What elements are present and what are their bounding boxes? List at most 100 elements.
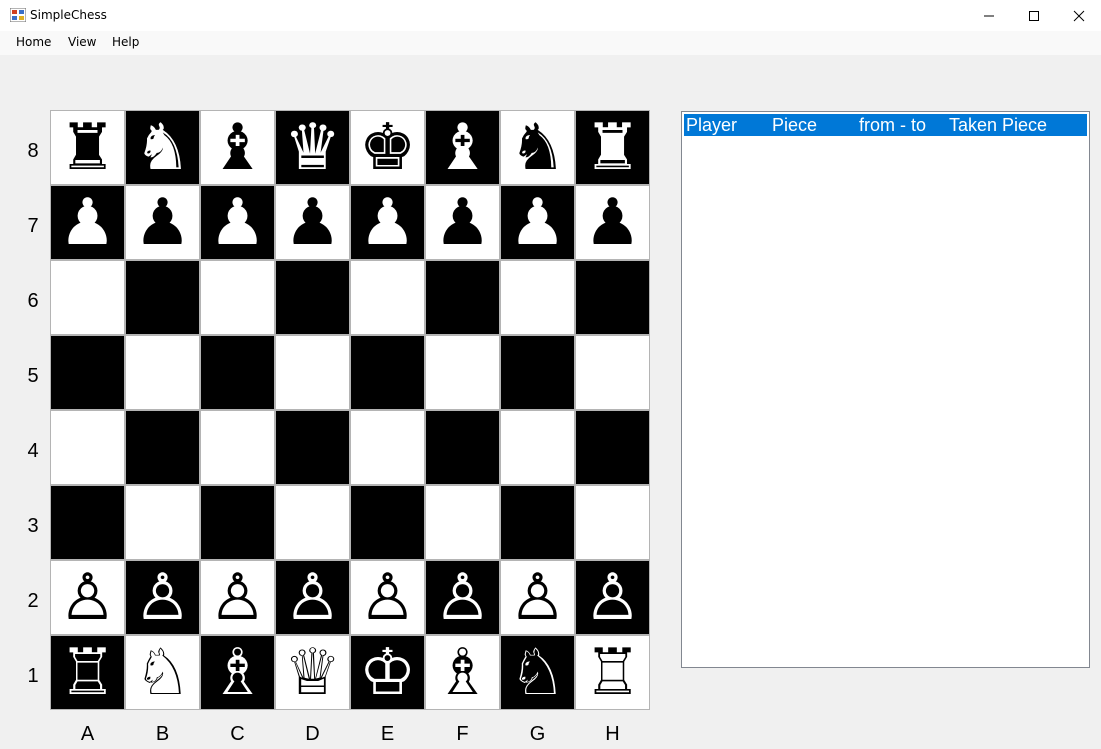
square-f4[interactable] (425, 410, 500, 485)
square-h8[interactable]: ♜ (575, 110, 650, 185)
square-g3[interactable] (500, 485, 575, 560)
square-e4[interactable] (350, 410, 425, 485)
square-e2[interactable]: ♙ (350, 560, 425, 635)
square-f3[interactable] (425, 485, 500, 560)
square-e8[interactable]: ♚ (350, 110, 425, 185)
square-g8[interactable]: ♞ (500, 110, 575, 185)
square-b2[interactable]: ♙ (125, 560, 200, 635)
square-d8[interactable]: ♛ (275, 110, 350, 185)
square-d1[interactable]: ♕ (275, 635, 350, 710)
square-f6[interactable] (425, 260, 500, 335)
square-d6[interactable] (275, 260, 350, 335)
square-e1[interactable]: ♔ (350, 635, 425, 710)
black-pawn-icon[interactable]: ♟ (59, 191, 116, 255)
square-f1[interactable]: ♗ (425, 635, 500, 710)
black-rook-icon[interactable]: ♜ (584, 116, 641, 180)
square-b5[interactable] (125, 335, 200, 410)
square-d7[interactable]: ♟ (275, 185, 350, 260)
square-b3[interactable] (125, 485, 200, 560)
square-h2[interactable]: ♙ (575, 560, 650, 635)
white-pawn-icon[interactable]: ♙ (584, 566, 641, 630)
white-bishop-icon[interactable]: ♗ (434, 641, 491, 705)
menu-help[interactable]: Help (110, 35, 141, 49)
square-h6[interactable] (575, 260, 650, 335)
square-a4[interactable] (50, 410, 125, 485)
square-e6[interactable] (350, 260, 425, 335)
white-pawn-icon[interactable]: ♙ (209, 566, 266, 630)
black-rook-icon[interactable]: ♜ (59, 116, 116, 180)
white-pawn-icon[interactable]: ♙ (134, 566, 191, 630)
black-knight-icon[interactable]: ♞ (509, 116, 566, 180)
square-d4[interactable] (275, 410, 350, 485)
square-b8[interactable]: ♞ (125, 110, 200, 185)
square-a3[interactable] (50, 485, 125, 560)
square-a2[interactable]: ♙ (50, 560, 125, 635)
square-c7[interactable]: ♟ (200, 185, 275, 260)
black-king-icon[interactable]: ♚ (359, 116, 416, 180)
square-e5[interactable] (350, 335, 425, 410)
white-rook-icon[interactable]: ♖ (59, 641, 116, 705)
square-c3[interactable] (200, 485, 275, 560)
square-h4[interactable] (575, 410, 650, 485)
square-f5[interactable] (425, 335, 500, 410)
close-button[interactable] (1056, 0, 1101, 31)
black-bishop-icon[interactable]: ♝ (209, 116, 266, 180)
square-f2[interactable]: ♙ (425, 560, 500, 635)
square-f7[interactable]: ♟ (425, 185, 500, 260)
black-pawn-icon[interactable]: ♟ (284, 191, 341, 255)
square-a7[interactable]: ♟ (50, 185, 125, 260)
square-a5[interactable] (50, 335, 125, 410)
square-b7[interactable]: ♟ (125, 185, 200, 260)
black-pawn-icon[interactable]: ♟ (434, 191, 491, 255)
minimize-button[interactable] (966, 0, 1012, 31)
maximize-button[interactable] (1011, 0, 1057, 31)
square-h3[interactable] (575, 485, 650, 560)
square-a1[interactable]: ♖ (50, 635, 125, 710)
square-a8[interactable]: ♜ (50, 110, 125, 185)
square-c5[interactable] (200, 335, 275, 410)
square-e3[interactable] (350, 485, 425, 560)
square-g7[interactable]: ♟ (500, 185, 575, 260)
black-pawn-icon[interactable]: ♟ (509, 191, 566, 255)
square-g6[interactable] (500, 260, 575, 335)
black-pawn-icon[interactable]: ♟ (134, 191, 191, 255)
square-g2[interactable]: ♙ (500, 560, 575, 635)
white-pawn-icon[interactable]: ♙ (359, 566, 416, 630)
square-a6[interactable] (50, 260, 125, 335)
black-knight-icon[interactable]: ♞ (134, 116, 191, 180)
square-f8[interactable]: ♝ (425, 110, 500, 185)
menu-home[interactable]: Home (14, 35, 53, 49)
square-c6[interactable] (200, 260, 275, 335)
square-g5[interactable] (500, 335, 575, 410)
square-h1[interactable]: ♖ (575, 635, 650, 710)
white-pawn-icon[interactable]: ♙ (284, 566, 341, 630)
white-rook-icon[interactable]: ♖ (584, 641, 641, 705)
square-g1[interactable]: ♘ (500, 635, 575, 710)
square-b1[interactable]: ♘ (125, 635, 200, 710)
square-c2[interactable]: ♙ (200, 560, 275, 635)
square-b6[interactable] (125, 260, 200, 335)
black-pawn-icon[interactable]: ♟ (209, 191, 266, 255)
black-pawn-icon[interactable]: ♟ (584, 191, 641, 255)
white-pawn-icon[interactable]: ♙ (59, 566, 116, 630)
menu-view[interactable]: View (66, 35, 98, 49)
square-d2[interactable]: ♙ (275, 560, 350, 635)
white-bishop-icon[interactable]: ♗ (209, 641, 266, 705)
white-knight-icon[interactable]: ♘ (134, 641, 191, 705)
white-knight-icon[interactable]: ♘ (509, 641, 566, 705)
black-pawn-icon[interactable]: ♟ (359, 191, 416, 255)
square-h5[interactable] (575, 335, 650, 410)
white-king-icon[interactable]: ♔ (359, 641, 416, 705)
square-c4[interactable] (200, 410, 275, 485)
black-bishop-icon[interactable]: ♝ (434, 116, 491, 180)
white-pawn-icon[interactable]: ♙ (434, 566, 491, 630)
square-e7[interactable]: ♟ (350, 185, 425, 260)
square-c8[interactable]: ♝ (200, 110, 275, 185)
black-queen-icon[interactable]: ♛ (284, 116, 341, 180)
square-g4[interactable] (500, 410, 575, 485)
move-list[interactable]: Player Piece from - to Taken Piece (681, 111, 1090, 668)
square-c1[interactable]: ♗ (200, 635, 275, 710)
square-d5[interactable] (275, 335, 350, 410)
white-queen-icon[interactable]: ♕ (284, 641, 341, 705)
white-pawn-icon[interactable]: ♙ (509, 566, 566, 630)
